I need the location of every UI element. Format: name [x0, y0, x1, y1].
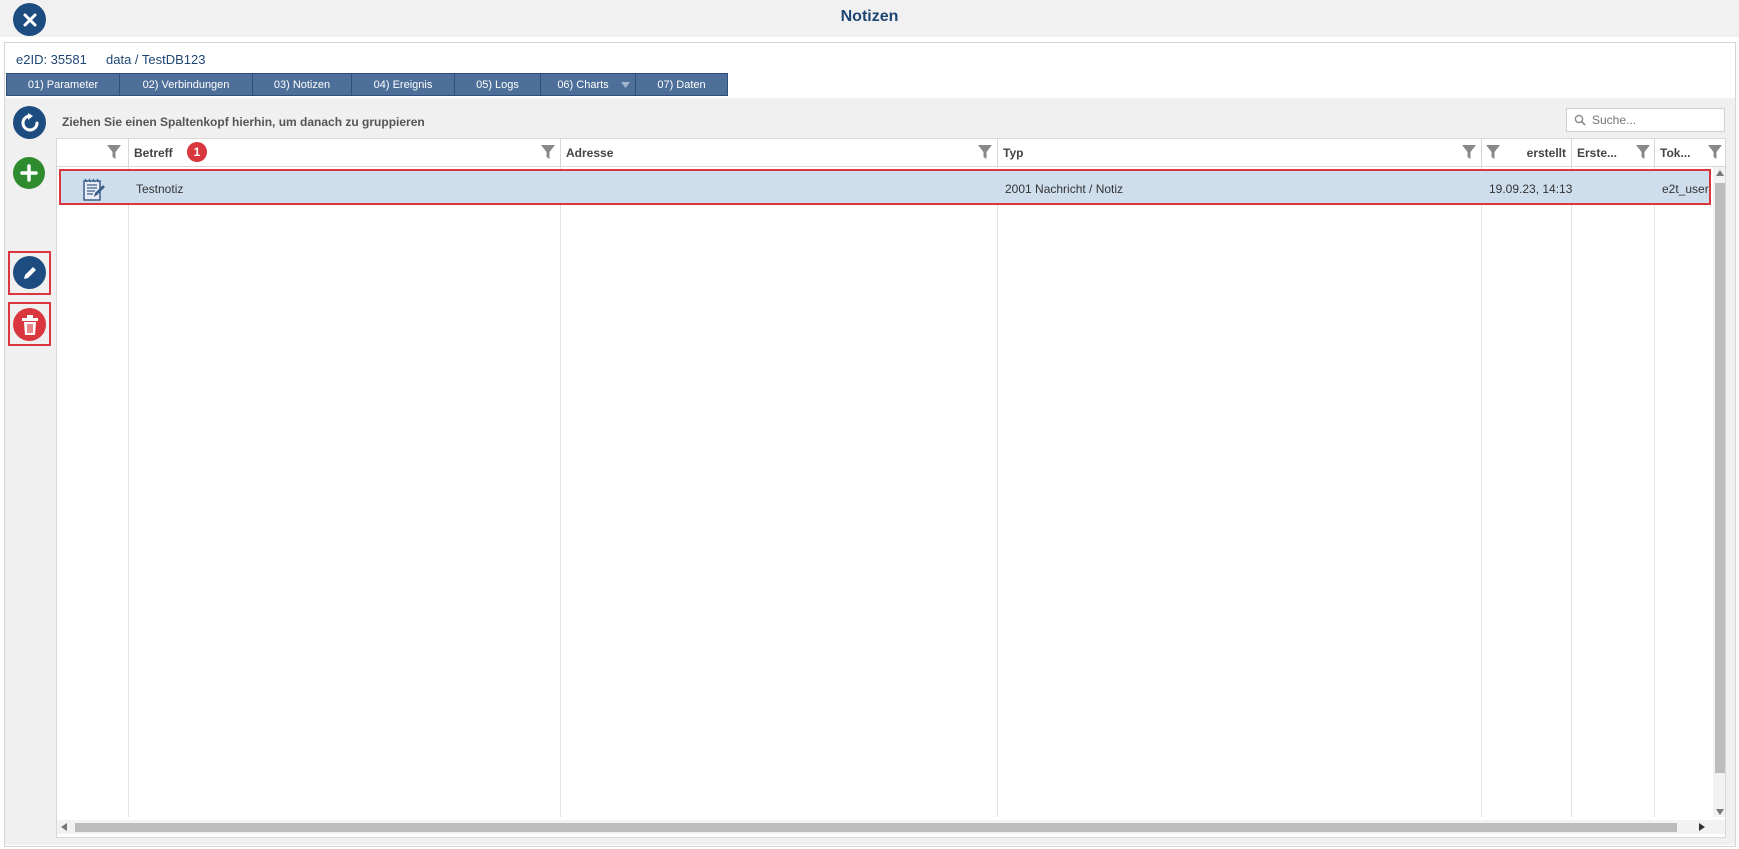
- column-divider: [1654, 167, 1655, 817]
- scroll-right-icon[interactable]: [1699, 823, 1705, 831]
- tab-daten[interactable]: 07) Daten: [636, 73, 728, 96]
- add-icon: [20, 164, 38, 182]
- col-adresse-label: Adresse: [566, 145, 614, 160]
- column-divider: [1571, 167, 1572, 817]
- db-path-label: data / TestDB123: [106, 52, 206, 67]
- col-tok-label: Tok...: [1660, 145, 1691, 160]
- col-header-betreff[interactable]: Betreff 1: [129, 139, 561, 167]
- filter-icon[interactable]: [107, 145, 121, 159]
- group-hint: Ziehen Sie einen Spaltenkopf hierhin, um…: [62, 115, 425, 129]
- note-icon: [81, 171, 107, 207]
- filter-icon[interactable]: [1486, 145, 1500, 159]
- tab-notizen[interactable]: 03) Notizen: [253, 73, 352, 96]
- close-button[interactable]: [13, 3, 46, 36]
- tab-logs[interactable]: 05) Logs: [455, 73, 541, 96]
- scroll-left-icon[interactable]: [61, 823, 67, 831]
- notes-grid: Betreff 1 Adresse Typ erstellt Erste... …: [56, 138, 1726, 838]
- edit-button[interactable]: [13, 256, 46, 289]
- col-header-tok[interactable]: Tok...: [1655, 139, 1725, 167]
- vertical-scroll-thumb[interactable]: [1715, 183, 1725, 773]
- col-header-ersteller[interactable]: Erste...: [1572, 139, 1655, 167]
- col-typ-label: Typ: [1003, 145, 1024, 160]
- tab-charts-label: 06) Charts: [557, 78, 609, 91]
- delete-icon: [21, 314, 38, 335]
- filter-icon[interactable]: [541, 145, 555, 159]
- add-button[interactable]: [13, 157, 45, 189]
- col-ersteller-label: Erste...: [1577, 145, 1618, 160]
- col-betreff-label: Betreff: [134, 145, 173, 160]
- search-box[interactable]: [1566, 108, 1725, 132]
- refresh-button[interactable]: [13, 106, 46, 139]
- col-header-erstellt[interactable]: erstellt: [1482, 139, 1572, 167]
- tab-verbindungen[interactable]: 02) Verbindungen: [120, 73, 253, 96]
- chevron-down-icon: [621, 82, 630, 88]
- col-erstellt-label: erstellt: [1526, 145, 1566, 160]
- scroll-up-icon[interactable]: [1716, 170, 1724, 176]
- refresh-icon: [21, 112, 38, 131]
- scroll-down-icon[interactable]: [1716, 809, 1724, 815]
- table-row[interactable]: Testnotiz 2001 Nachricht / Notiz 19.09.2…: [59, 169, 1711, 205]
- cell-tok: e2t_user: [1662, 182, 1709, 196]
- horizontal-scroll-thumb[interactable]: [75, 823, 1677, 832]
- column-divider: [560, 167, 561, 817]
- cell-typ: 2001 Nachricht / Notiz: [1005, 182, 1124, 196]
- column-divider: [997, 167, 998, 817]
- edit-icon: [23, 266, 36, 279]
- search-input[interactable]: [1590, 112, 1724, 128]
- tab-bar: 01) Parameter 02) Verbindungen 03) Notiz…: [6, 73, 728, 96]
- col-header-adresse[interactable]: Adresse: [561, 139, 998, 167]
- filter-icon[interactable]: [1462, 145, 1476, 159]
- column-divider: [128, 167, 129, 817]
- filter-icon[interactable]: [1636, 145, 1650, 159]
- col-header-typ[interactable]: Typ: [998, 139, 1482, 167]
- cell-betreff: Testnotiz: [136, 182, 184, 196]
- tab-parameter[interactable]: 01) Parameter: [6, 73, 120, 96]
- search-icon: [1574, 114, 1586, 126]
- tab-charts[interactable]: 06) Charts: [541, 73, 636, 96]
- col-header-icon[interactable]: [57, 139, 129, 167]
- delete-button[interactable]: [13, 308, 46, 341]
- column-divider: [1481, 167, 1482, 817]
- badge-1: 1: [187, 142, 207, 162]
- e2id-label: e2ID: 35581: [16, 52, 87, 67]
- filter-icon[interactable]: [978, 145, 992, 159]
- window-title: Notizen: [840, 8, 899, 25]
- close-icon: [23, 13, 36, 26]
- cell-erstellt: 19.09.23, 14:13: [1489, 182, 1573, 196]
- filter-icon[interactable]: [1708, 145, 1722, 159]
- tab-ereignis[interactable]: 04) Ereignis: [352, 73, 455, 96]
